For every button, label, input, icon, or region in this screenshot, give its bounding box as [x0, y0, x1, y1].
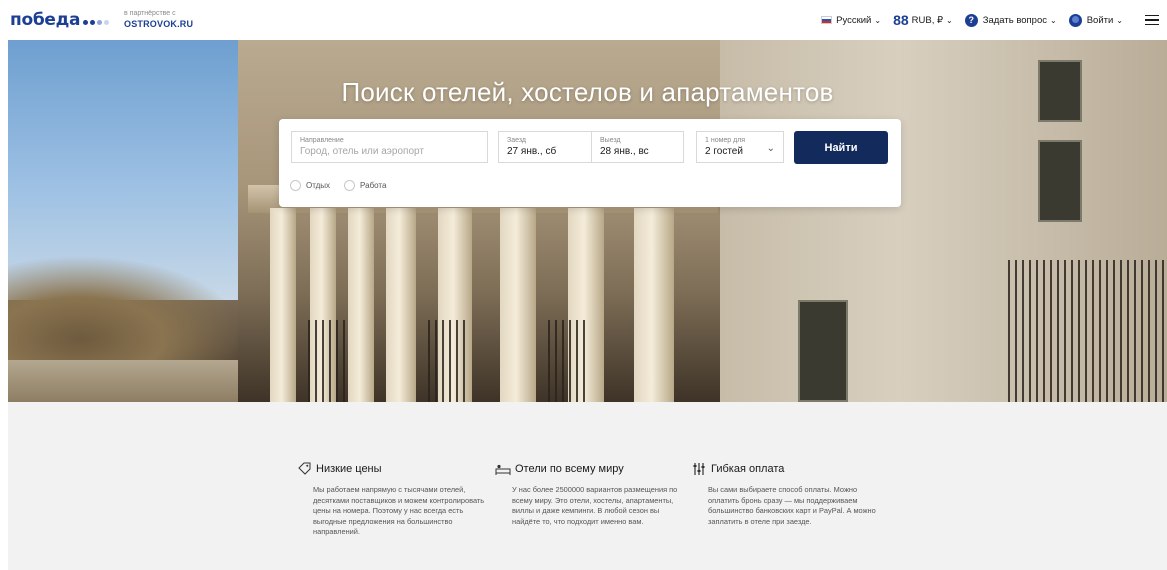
tag-icon — [296, 462, 312, 476]
language-label: Русский — [836, 14, 872, 26]
hero-column — [500, 208, 536, 402]
hero-banner: Поиск отелей, хостелов и апартаментов — [8, 40, 1167, 402]
feature-flexible-payment: Гибкая оплата Вы сами выбираете способ о… — [691, 462, 881, 527]
checkin-value: 27 янв., сб — [507, 146, 557, 157]
logo-dots — [83, 19, 110, 25]
trip-type-group: Отдых Работа — [290, 180, 400, 191]
feature-title: Отели по всему миру — [515, 463, 624, 475]
chevron-down-icon: ⌄ — [874, 15, 882, 25]
currency-label: RUB, ₽ — [911, 14, 944, 26]
feature-description: Вы сами выбираете способ оплаты. Можно о… — [708, 485, 876, 526]
trip-type-work[interactable]: Работа — [344, 180, 386, 191]
checkin-field[interactable]: Заезд 27 янв., сб — [498, 131, 591, 163]
destination-input[interactable]: Город, отель или аэропорт — [300, 145, 479, 159]
chevron-down-icon: ⌄ — [1116, 15, 1123, 25]
feature-description: Мы работаем напрямую с тысячами отелей, … — [313, 485, 485, 537]
help-label: Задать вопрос — [982, 14, 1047, 26]
currency-icon: 88 — [893, 12, 909, 28]
login-menu[interactable]: Войти ⌄ — [1068, 13, 1123, 27]
hero-fence — [428, 320, 468, 402]
find-button[interactable]: Найти — [794, 131, 888, 164]
feature-description: У нас более 2500000 вариантов размещения… — [512, 485, 678, 526]
trip-type-label: Работа — [360, 181, 387, 190]
guests-value: 2 гостей — [705, 146, 743, 157]
trip-type-label: Отдых — [306, 181, 331, 190]
login-label: Войти — [1086, 14, 1114, 26]
feature-title: Гибкая оплата — [711, 463, 785, 475]
language-selector[interactable]: Русский ⌄ — [821, 15, 881, 26]
hero-column — [270, 208, 296, 402]
hotel-bed-icon — [495, 462, 511, 476]
feature-header: Отели по всему миру — [495, 462, 685, 476]
radio-circle-icon — [290, 180, 301, 191]
sliders-icon — [691, 462, 707, 476]
hero-window — [1038, 140, 1082, 222]
features-section: Низкие цены Мы работаем напрямую с тысяч… — [8, 402, 1167, 570]
chevron-down-icon: ⌄ — [766, 143, 775, 154]
feature-header: Гибкая оплата — [691, 462, 881, 476]
partner-brand: OSTROVOK.RU — [124, 19, 194, 29]
checkout-field[interactable]: Выезд 28 янв., вс — [591, 131, 684, 163]
destination-field[interactable]: Направление Город, отель или аэропорт — [291, 131, 488, 163]
hamburger-menu-icon[interactable] — [1145, 14, 1159, 26]
hero-gate — [1008, 260, 1167, 402]
guests-label: 1 номер для — [705, 137, 746, 144]
hero-fence — [548, 320, 588, 402]
search-form: Направление Город, отель или аэропорт За… — [279, 119, 901, 207]
hero-ground — [8, 360, 248, 402]
user-icon — [1068, 13, 1082, 27]
destination-label: Направление — [300, 137, 344, 144]
pobeda-logo[interactable]: победа — [10, 10, 110, 30]
hero-column — [386, 208, 416, 402]
chevron-down-icon: ⌄ — [946, 15, 953, 25]
header-nav: Русский ⌄ 88 RUB, ₽ ⌄ ? Задать вопрос ⌄ … — [809, 0, 1167, 40]
feature-header: Низкие цены — [296, 462, 486, 476]
checkout-label: Выезд — [600, 137, 621, 144]
checkin-label: Заезд — [507, 137, 527, 144]
hero-door — [798, 300, 848, 402]
hero-title: Поиск отелей, хостелов и апартаментов — [341, 77, 834, 107]
trip-type-leisure[interactable]: Отдых — [290, 180, 330, 191]
feature-title: Низкие цены — [316, 463, 382, 475]
feature-worldwide-hotels: Отели по всему миру У нас более 2500000 … — [495, 462, 685, 527]
help-menu[interactable]: ? Задать вопрос ⌄ — [964, 13, 1057, 27]
hero-column — [348, 208, 374, 402]
partner-block[interactable]: в партнёрстве с OSTROVOK.RU — [124, 9, 193, 31]
radio-circle-icon — [344, 180, 356, 191]
partner-caption: в партнёрстве с — [124, 10, 176, 17]
checkout-value: 28 янв., вс — [600, 146, 649, 157]
hero-fence — [308, 320, 348, 402]
feature-low-prices: Низкие цены Мы работаем напрямую с тысяч… — [296, 462, 486, 538]
guests-field[interactable]: 1 номер для 2 гостей ⌄ — [696, 131, 784, 163]
hero-trees — [8, 255, 248, 375]
russia-flag-icon — [821, 16, 833, 24]
currency-selector[interactable]: 88 RUB, ₽ ⌄ — [893, 12, 953, 28]
hero-column — [634, 208, 674, 402]
logo-text: победа — [10, 10, 81, 30]
chevron-down-icon: ⌄ — [1050, 15, 1057, 25]
site-header: победа в партнёрстве с OSTROVOK.RU Русск… — [0, 0, 1167, 40]
question-icon: ? — [964, 13, 978, 27]
